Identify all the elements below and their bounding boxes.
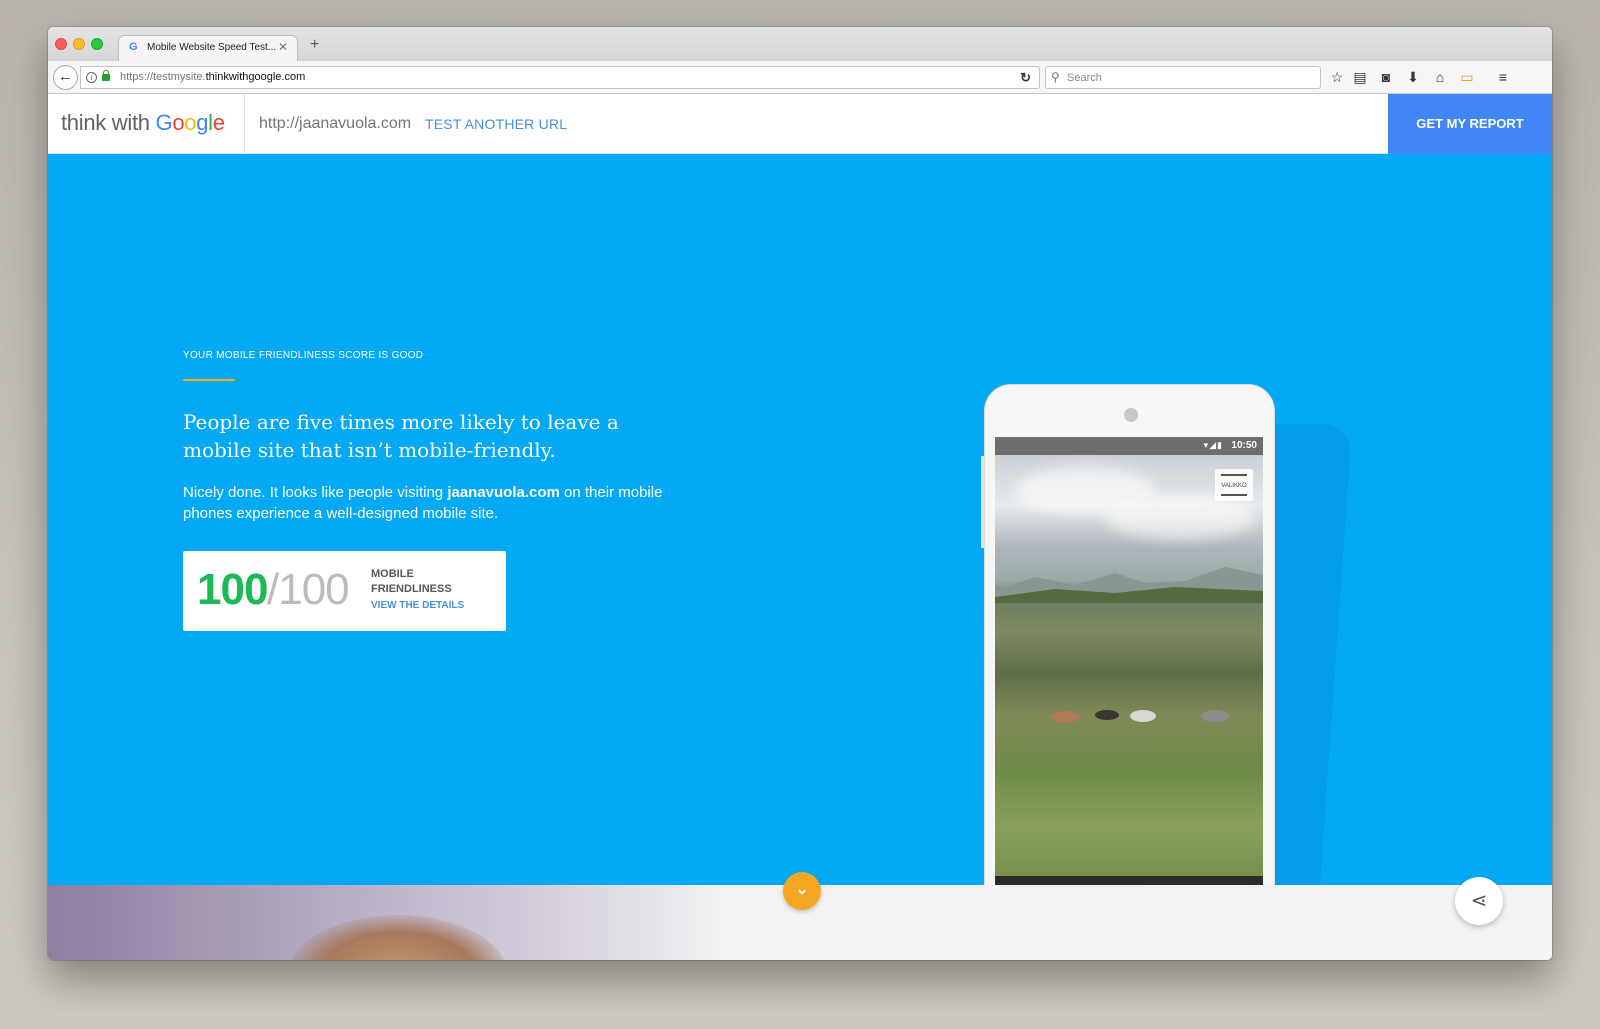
- test-another-url-link[interactable]: TEST ANOTHER URL: [425, 116, 567, 132]
- menu-icon[interactable]: ≡: [1494, 68, 1512, 86]
- mountains-image: [995, 567, 1263, 603]
- search-bar[interactable]: ⚲ Search: [1045, 66, 1321, 89]
- url-text[interactable]: https://testmysite.thinkwithgoogle.com: [120, 71, 305, 83]
- score-label: MOBILE FRIENDLINESS: [371, 568, 452, 595]
- header-divider: [244, 94, 245, 154]
- hero-section: YOUR MOBILE FRIENDLINESS SCORE IS GOOD P…: [48, 154, 1552, 885]
- scroll-down-button[interactable]: ⌄: [783, 872, 821, 910]
- reload-icon[interactable]: ↻: [1020, 70, 1031, 86]
- score-card: 100 /100 MOBILE FRIENDLINESS VIEW THE DE…: [183, 551, 506, 631]
- tested-url: http://jaanavuola.com: [259, 115, 412, 132]
- score-eyebrow: YOUR MOBILE FRIENDLINESS SCORE IS GOOD: [183, 350, 424, 361]
- browser-toolbar: ← i https://testmysite.thinkwithgoogle.c…: [48, 61, 1552, 94]
- menu-label: VALIKKO: [1221, 483, 1247, 489]
- phone-mockup: ▾◢▮ 10:50 VALIKKO: [985, 385, 1274, 885]
- site-header: think with Google http://jaanavuola.com …: [48, 94, 1552, 154]
- menu-line: [1221, 474, 1247, 476]
- search-icon: ⚲: [1051, 70, 1060, 84]
- share-button[interactable]: ⋖: [1455, 877, 1503, 925]
- signal-icon: ▾◢▮: [1203, 440, 1223, 450]
- browser-window: G Mobile Website Speed Test... ✕ + ← i h…: [48, 27, 1552, 960]
- chevron-down-icon: ⌄: [795, 881, 809, 898]
- info-icon[interactable]: i: [86, 72, 97, 83]
- pocket-icon[interactable]: ◙: [1377, 68, 1395, 86]
- phone-status-bar: ▾◢▮ 10:50: [995, 437, 1263, 455]
- site-name: jaanavuola.com: [447, 484, 560, 501]
- browser-tab[interactable]: G Mobile Website Speed Test... ✕: [118, 35, 298, 62]
- think-with-google-logo[interactable]: think with Google: [61, 110, 225, 136]
- share-icon: ⋖: [1470, 890, 1488, 912]
- download-icon[interactable]: ⬇: [1404, 68, 1422, 86]
- view-details-link[interactable]: VIEW THE DETAILS: [371, 600, 464, 611]
- hero-body: Nicely done. It looks like people visiti…: [183, 484, 663, 522]
- bookmark-star-icon[interactable]: ☆: [1328, 68, 1346, 86]
- phone-camera: [1124, 408, 1138, 422]
- horses-image: [1051, 710, 1229, 723]
- back-icon[interactable]: ←: [53, 65, 78, 90]
- eyebrow-divider: [183, 379, 235, 381]
- phone-time: 10:50: [1231, 440, 1257, 451]
- search-placeholder: Search: [1067, 72, 1102, 84]
- url-bar[interactable]: i https://testmysite.thinkwithgoogle.com…: [80, 66, 1040, 89]
- window-close-button[interactable]: [55, 38, 67, 50]
- page-content: think with Google http://jaanavuola.com …: [48, 94, 1552, 960]
- window-maximize-button[interactable]: [91, 38, 103, 50]
- cloud: [1105, 495, 1255, 540]
- person-photo: [288, 915, 508, 960]
- home-icon[interactable]: ⌂: [1431, 68, 1449, 86]
- score-value: 100: [197, 565, 268, 614]
- tab-title: Mobile Website Speed Test...: [147, 42, 277, 53]
- window-minimize-button[interactable]: [73, 38, 85, 50]
- reading-list-icon[interactable]: ▤: [1351, 68, 1369, 86]
- site-menu-button: VALIKKO: [1215, 469, 1253, 501]
- lock-icon[interactable]: [102, 70, 110, 81]
- hero-headline: People are five times more likely to lea…: [183, 410, 619, 462]
- menu-line: [1221, 494, 1247, 496]
- google-favicon-icon: G: [129, 41, 138, 53]
- extension-icon[interactable]: ▭: [1458, 68, 1476, 86]
- tab-close-icon[interactable]: ✕: [278, 40, 288, 54]
- get-my-report-button[interactable]: GET MY REPORT: [1388, 94, 1552, 154]
- tab-strip: G Mobile Website Speed Test... ✕ +: [48, 27, 1552, 62]
- phone-nav-bar: ◁ ○ □: [995, 876, 1263, 885]
- score-denominator: /100: [267, 565, 350, 614]
- new-tab-icon[interactable]: +: [310, 37, 319, 53]
- phone-screen-landscape: VALIKKO: [995, 455, 1263, 876]
